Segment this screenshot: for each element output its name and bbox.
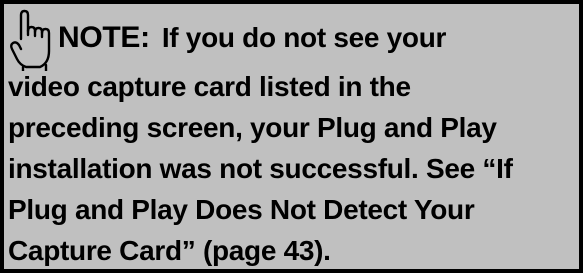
note-label: NOTE: <box>58 21 150 54</box>
note-line-4: installation was not successful. See “If <box>8 153 513 184</box>
note-line-2: video capture card listed in the <box>8 71 411 102</box>
note-line-6: Capture Card” (page 43). <box>8 235 331 266</box>
note-callout-box: NOTE: If you do not see your video captur… <box>0 0 583 273</box>
note-line-5: Plug and Play Does Not Detect Your <box>8 194 475 225</box>
note-line-1: If you do not see your <box>161 22 447 53</box>
note-first-line: NOTE: If you do not see your <box>8 6 576 71</box>
note-text: NOTE: If you do not see your video captur… <box>8 6 576 269</box>
pointing-hand-icon <box>10 9 51 71</box>
note-line-3: preceding screen, your Plug and Play <box>8 112 497 143</box>
